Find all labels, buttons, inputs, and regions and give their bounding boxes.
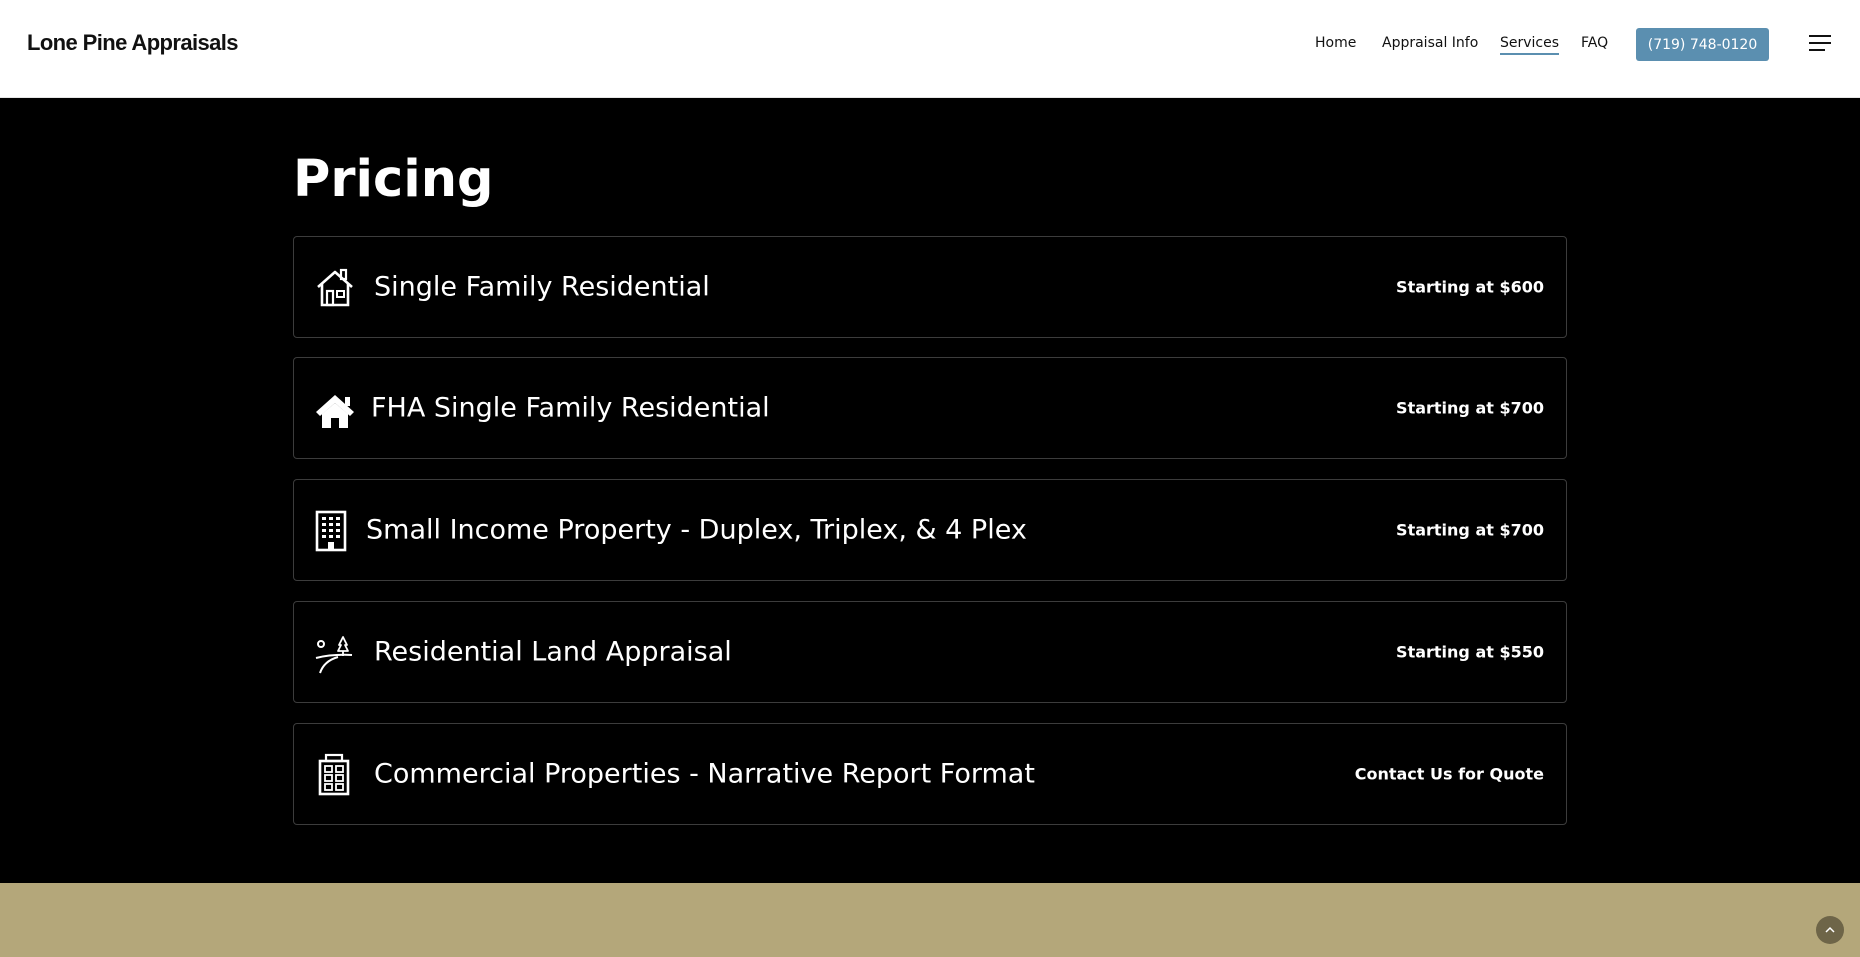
building-icon <box>315 510 347 552</box>
phone-button[interactable]: (719) 748-0120 <box>1636 28 1769 61</box>
pricing-card-price: Starting at $600 <box>1396 277 1544 297</box>
footer-band <box>0 883 1860 957</box>
pricing-card-title: Commercial Properties - Narrative Report… <box>374 758 1035 790</box>
nav-home[interactable]: Home <box>1315 35 1356 51</box>
nav-services[interactable]: Services <box>1500 35 1560 55</box>
pricing-card-price: Starting at $700 <box>1396 398 1544 418</box>
pricing-card-price: Contact Us for Quote <box>1354 764 1544 784</box>
pricing-section: Pricing Single Family Residential Starti… <box>0 98 1860 883</box>
page-title: Pricing <box>293 150 494 209</box>
pricing-card-commercial: Commercial Properties - Narrative Report… <box>293 723 1567 825</box>
pricing-card-title: FHA Single Family Residential <box>371 392 770 424</box>
pricing-card-title: Residential Land Appraisal <box>374 636 732 668</box>
pricing-card-fha: FHA Single Family Residential Starting a… <box>293 357 1567 459</box>
house-solid-icon <box>316 395 354 428</box>
site-logo[interactable]: Lone Pine Appraisals <box>27 30 239 56</box>
chevron-up-icon <box>1825 926 1835 933</box>
house-icon <box>317 268 353 307</box>
pricing-card-price: Starting at $700 <box>1396 520 1544 540</box>
pricing-card-small-income: Small Income Property - Duplex, Triplex,… <box>293 479 1567 581</box>
land-tree-icon <box>315 636 353 674</box>
pricing-card-title: Small Income Property - Duplex, Triplex,… <box>366 514 1027 546</box>
hamburger-icon[interactable] <box>1809 35 1831 53</box>
site-header: Lone Pine Appraisals Home Appraisal Info… <box>0 0 1860 98</box>
nav-appraisal-info[interactable]: Appraisal Info <box>1382 35 1478 51</box>
scroll-to-top-button[interactable] <box>1816 916 1844 944</box>
commercial-building-icon <box>318 753 350 796</box>
nav-faq[interactable]: FAQ <box>1581 35 1608 51</box>
pricing-card-price: Starting at $550 <box>1396 642 1544 662</box>
pricing-card-title: Single Family Residential <box>374 271 710 303</box>
pricing-card-single-family: Single Family Residential Starting at $6… <box>293 236 1567 338</box>
pricing-card-land: Residential Land Appraisal Starting at $… <box>293 601 1567 703</box>
